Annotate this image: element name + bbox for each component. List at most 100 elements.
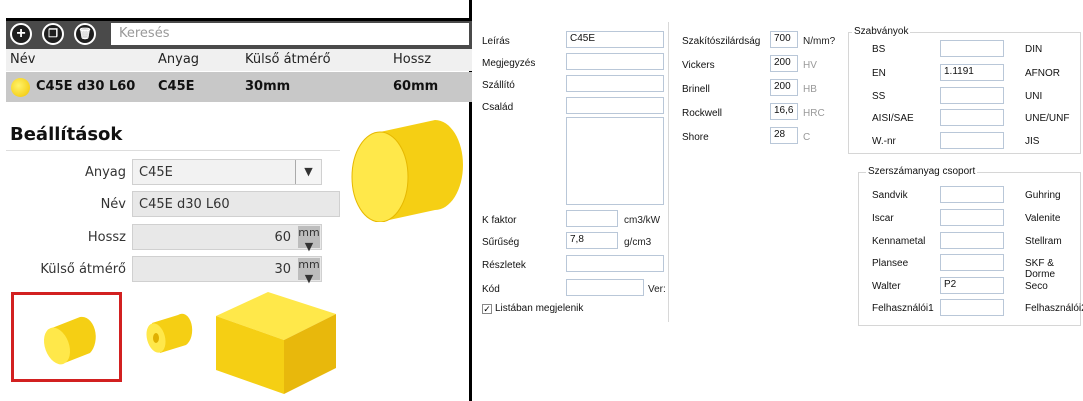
- sandvik-field[interactable]: [940, 186, 1004, 203]
- cylinder-icon: [43, 316, 96, 365]
- header-hossz[interactable]: Hossz: [393, 49, 431, 71]
- rockwell-field[interactable]: 16,6: [770, 103, 798, 120]
- hossz-field[interactable]: 60 mm ▼: [132, 224, 322, 253]
- header-kulso-atmero[interactable]: Külső átmérő: [245, 49, 331, 71]
- kfaktor-label: K faktor: [482, 215, 517, 226]
- kennametal-label: Kennametal: [872, 236, 926, 247]
- kfaktor-unit: cm3/kW: [624, 215, 661, 226]
- cell-hossz: 60mm: [393, 79, 439, 94]
- en-label: EN: [872, 68, 886, 79]
- reszletek-label: Részletek: [482, 260, 526, 271]
- kulso-label: Külső átmérő: [40, 262, 126, 277]
- felh1-label: Felhasználói1: [872, 303, 934, 314]
- walter-label: Walter: [872, 281, 901, 292]
- divider: [6, 150, 340, 151]
- plus-circle-icon[interactable]: +: [10, 23, 32, 45]
- hossz-label: Hossz: [87, 230, 126, 245]
- sandvik-label: Sandvik: [872, 190, 908, 201]
- material-color-dot: [11, 78, 30, 97]
- kulso-field[interactable]: 30 mm ▼: [132, 256, 322, 285]
- valenite-label: Valenite: [1025, 213, 1061, 224]
- megjegyzes-label: Megjegyzés: [482, 58, 536, 69]
- header-anyag[interactable]: Anyag: [158, 49, 199, 71]
- settings-title: Beállítások: [10, 124, 123, 145]
- csalad-label: Család: [482, 102, 514, 113]
- ss-label: SS: [872, 91, 886, 102]
- kennametal-field[interactable]: [940, 232, 1004, 249]
- aisi-field[interactable]: [940, 109, 1004, 126]
- shape-cylinder-thumb-selected[interactable]: [11, 292, 122, 382]
- seco-label: Seco: [1025, 281, 1048, 292]
- cell-nev: C45E d30 L60: [36, 79, 136, 94]
- toolbar: + ❐ 🗑 Keresés: [6, 21, 472, 49]
- wnr-label: W.-nr: [872, 136, 896, 147]
- szabvanyok-title: Szabványok: [852, 26, 911, 37]
- szakito-unit: N/mm?: [803, 36, 836, 47]
- vickers-field[interactable]: 200: [770, 55, 798, 72]
- walter-field[interactable]: P2: [940, 277, 1004, 294]
- block-icon[interactable]: [208, 288, 342, 394]
- rockwell-unit: HRC: [803, 108, 825, 119]
- vickers-unit: HV: [803, 60, 817, 71]
- ver-label: Ver:: [648, 284, 666, 295]
- nev-field[interactable]: C45E d30 L60: [132, 191, 340, 217]
- copy-icon[interactable]: ❐: [42, 23, 64, 45]
- brinell-unit: HB: [803, 84, 817, 95]
- listaban-label: Listában megjelenik: [495, 303, 584, 314]
- en-field[interactable]: 1.1191: [940, 64, 1004, 81]
- nev-label: Név: [100, 197, 126, 212]
- anyag-value: C45E: [139, 165, 173, 180]
- kulso-value: 30: [274, 262, 291, 277]
- plansee-field[interactable]: [940, 254, 1004, 271]
- anyag-label: Anyag: [84, 165, 126, 180]
- anyag-select[interactable]: C45E ▼: [132, 159, 322, 185]
- iscar-field[interactable]: [940, 209, 1004, 226]
- jis-label: JIS: [1025, 136, 1040, 147]
- szallito-label: Szállító: [482, 80, 515, 91]
- iscar-label: Iscar: [872, 213, 894, 224]
- leiras-label: Leírás: [482, 36, 510, 47]
- bs-label: BS: [872, 44, 886, 55]
- guhring-label: Guhring: [1025, 190, 1061, 201]
- shore-unit: C: [803, 132, 811, 143]
- tube-icon[interactable]: [140, 305, 200, 365]
- chevron-down-icon[interactable]: ▼: [295, 160, 321, 184]
- trash-icon[interactable]: 🗑: [74, 23, 96, 45]
- stellram-label: Stellram: [1025, 236, 1062, 247]
- leiras-field[interactable]: C45E: [566, 31, 664, 48]
- felh2-label: Felhasználói2: [1025, 303, 1083, 314]
- aisi-label: AISI/SAE: [872, 113, 914, 124]
- suruseg-field[interactable]: 7,8: [566, 232, 618, 249]
- header-nev[interactable]: Név: [10, 49, 35, 71]
- ss-field[interactable]: [940, 87, 1004, 104]
- suruseg-label: Sűrűség: [482, 237, 520, 248]
- szakito-field[interactable]: 700: [770, 31, 798, 48]
- hossz-unit[interactable]: mm ▼: [298, 226, 320, 253]
- vickers-label: Vickers: [682, 60, 715, 71]
- szallito-field[interactable]: [566, 75, 664, 92]
- skf-label: SKF & Dorme: [1025, 258, 1056, 280]
- listaban-checkbox[interactable]: ✓: [482, 304, 492, 314]
- bs-field[interactable]: [940, 40, 1004, 57]
- kfaktor-field[interactable]: [566, 210, 618, 227]
- plansee-label: Plansee: [872, 258, 909, 269]
- brinell-field[interactable]: 200: [770, 79, 798, 96]
- cell-anyag: C45E: [158, 79, 195, 94]
- column-divider: [668, 22, 669, 322]
- szakito-label: Szakítószilárdság: [682, 36, 761, 47]
- felh1-field[interactable]: [940, 299, 1004, 316]
- kod-label: Kód: [482, 284, 500, 295]
- shore-field[interactable]: 28: [770, 127, 798, 144]
- reszletek-field[interactable]: [566, 255, 664, 272]
- hossz-value: 60: [274, 230, 291, 245]
- cell-kulso: 30mm: [245, 79, 291, 94]
- brinell-label: Brinell: [682, 84, 710, 95]
- kulso-unit[interactable]: mm ▼: [298, 258, 320, 285]
- rockwell-label: Rockwell: [682, 108, 723, 119]
- csalad-field[interactable]: [566, 97, 664, 114]
- megjegyzes-field[interactable]: [566, 53, 664, 70]
- kod-field[interactable]: [566, 279, 644, 296]
- wnr-field[interactable]: [940, 132, 1004, 149]
- csalad-list[interactable]: [566, 117, 664, 205]
- search-input[interactable]: Keresés: [111, 23, 469, 45]
